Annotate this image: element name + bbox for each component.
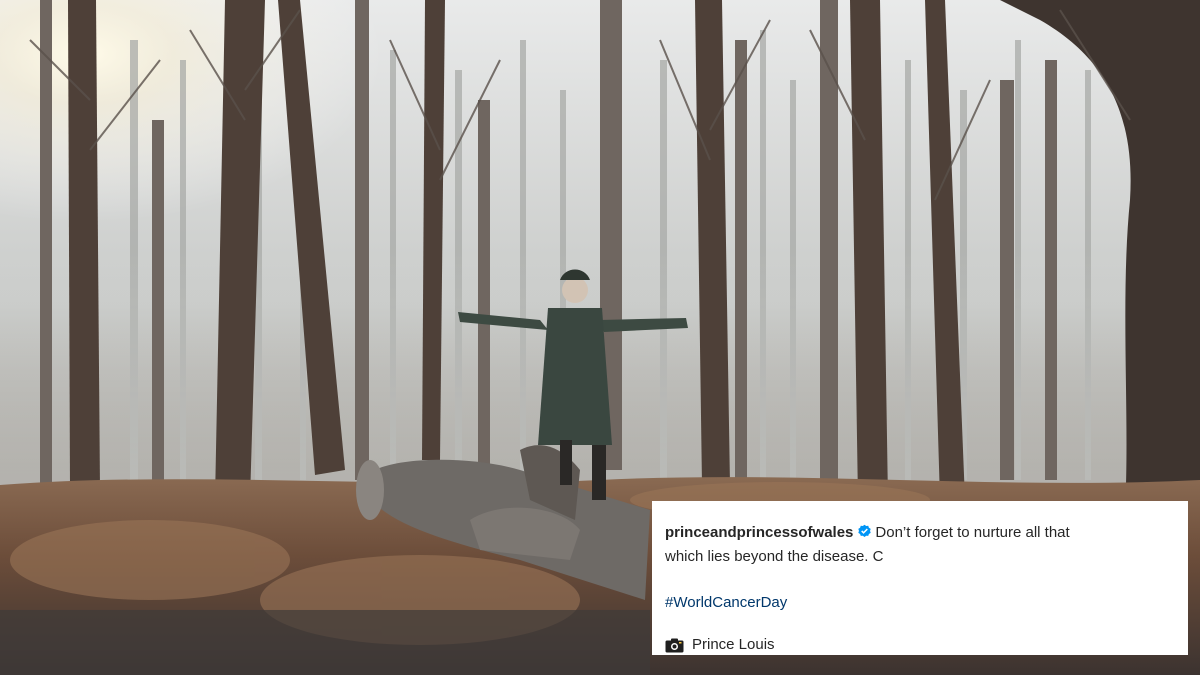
instagram-caption-card: princeandprincessofwales Don’t forget to … — [652, 501, 1188, 655]
camera-icon — [665, 638, 684, 652]
verified-badge-icon — [858, 524, 872, 537]
hashtag-link[interactable]: #WorldCancerDay — [665, 591, 1174, 615]
username-link[interactable]: princeandprincessofwales — [665, 524, 853, 541]
caption-text-line1: Don’t forget to nurture all that — [875, 524, 1070, 541]
photo-credit-name: Prince Louis — [692, 636, 775, 653]
photo-credit: Prince Louis — [665, 633, 1174, 657]
caption-text-line2: which lies beyond the disease. C — [665, 548, 884, 565]
caption-first-line: princeandprincessofwales Don’t forget to … — [665, 521, 1174, 545]
